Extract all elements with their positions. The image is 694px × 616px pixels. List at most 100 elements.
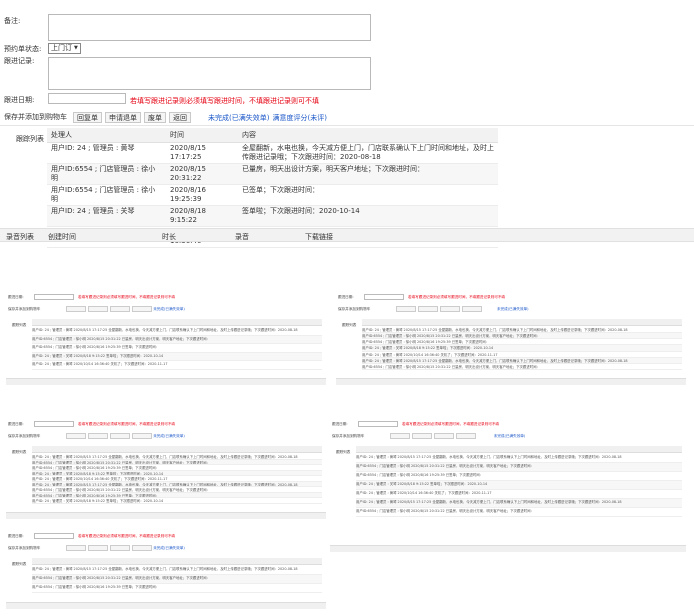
handler-cell: 用户ID: 24 ; 管理员 : 关琴 bbox=[47, 205, 166, 227]
toolbar-button bbox=[462, 306, 482, 312]
table-row: 用户ID: 24 ; 管理员 : 关琴 2020/8/18 9:15:22 签单… bbox=[47, 205, 498, 227]
remark-textarea[interactable] bbox=[48, 14, 371, 41]
divider bbox=[0, 125, 694, 126]
followup-record-textarea[interactable] bbox=[48, 57, 371, 90]
uncompleted-link: 未完成(已满失效单) bbox=[153, 434, 185, 438]
followup-list-label: 跟踪列表 bbox=[336, 450, 351, 454]
table-row: 用户ID: 24 ; 管理员 : 关琴 2020/8/18 9:15:22 签单… bbox=[32, 352, 322, 362]
followup-date-input bbox=[34, 421, 74, 427]
table-row: 用户ID:6554 ; 门店管理员 : 徐小明 2020/8/15 20:31:… bbox=[356, 508, 682, 517]
appointment-status-select[interactable]: 上门订 ▼ bbox=[48, 43, 81, 54]
toolbar-button bbox=[132, 433, 152, 439]
table-row: 用户ID: 24 ; 管理员 : 黄琴 2020/10/14 16:36:40 … bbox=[356, 490, 682, 499]
table-row: 用户ID:6554 ; 门店管理员 : 徐小明 2020/8/16 19:25:… bbox=[32, 584, 322, 593]
content-cell: 已签单；下次跟进时间： bbox=[238, 184, 498, 206]
save-add-to-cart-button: 保存并添加到购物车 bbox=[8, 307, 41, 311]
followup-date-input bbox=[364, 294, 404, 300]
time-cell: 2020/8/18 9:15:22 bbox=[166, 205, 238, 227]
handler-cell: 用户ID:6554 ; 门店管理员 : 徐小明 bbox=[47, 163, 166, 185]
void-order-button[interactable]: 废单 bbox=[144, 112, 166, 123]
toolbar-button bbox=[132, 545, 152, 551]
followup-date-label: 跟进日期: bbox=[332, 422, 348, 426]
thumbnail-preview: 跟进日期: 若填写跟进记录则必须填写跟进时间，不填跟进记录则可不填 保存并添加到购物… bbox=[6, 410, 326, 522]
followup-date-warning: 若填写跟进记录则必须填写跟进时间，不填跟进记录则可不填 bbox=[78, 295, 176, 299]
followup-date-warning: 若填写跟进记录则必须填写跟进时间，不填跟进记录则可不填 bbox=[78, 534, 176, 538]
recordings-header: 录音列表 创建时间 时长 录音 下载链接 bbox=[0, 228, 694, 242]
followup-panel: 备注: 预约单状态: 上门订 ▼ 跟进记录: 跟进日期: 若填写跟进记录则必须填… bbox=[0, 0, 694, 250]
toolbar-button bbox=[88, 545, 108, 551]
return-button[interactable]: 返回 bbox=[169, 112, 191, 123]
cancel-order-button[interactable]: 申请退单 bbox=[105, 112, 141, 123]
toolbar-button bbox=[412, 433, 432, 439]
handler-cell: 用户ID: 24 ; 管理员 : 黄琴 bbox=[47, 142, 166, 164]
recordings-header bbox=[330, 545, 686, 552]
toolbar-button bbox=[456, 433, 476, 439]
recordings-header bbox=[6, 512, 326, 519]
table-header-row bbox=[32, 558, 322, 565]
toolbar-button bbox=[434, 433, 454, 439]
column-header: 创建时间 bbox=[48, 233, 76, 241]
toolbar-button bbox=[396, 306, 416, 312]
handler-cell: 用户ID:6554 ; 门店管理员 : 徐小明 bbox=[47, 184, 166, 206]
column-header: 时间 bbox=[166, 128, 238, 143]
column-header: 时长 bbox=[162, 233, 176, 241]
toolbar-button bbox=[88, 433, 108, 439]
column-header: 录音 bbox=[235, 233, 249, 241]
table-row: 用户ID:6554 ; 门店管理员 : 徐小明 2020/8/15 20:31:… bbox=[47, 163, 498, 185]
table-row: 用户ID: 24 ; 管理员 : 黄琴 2020/8/15 17:17:25 全… bbox=[356, 454, 682, 463]
appointment-status-label: 预约单状态: bbox=[4, 45, 42, 53]
table-row: 用户ID:6554 ; 门店管理员 : 徐小明 2020/8/15 20:31:… bbox=[32, 575, 322, 584]
thumbnail-preview: 跟进日期: 若填写跟进记录则必须填写跟进时间，不填跟进记录则可不填 保存并添加到购物… bbox=[330, 410, 686, 555]
recordings-header bbox=[336, 378, 686, 385]
toolbar-button bbox=[132, 306, 152, 312]
column-header: 内容 bbox=[238, 128, 498, 143]
save-add-to-cart-button: 保存并添加到购物车 bbox=[332, 434, 365, 438]
followup-date-input[interactable] bbox=[48, 93, 126, 104]
toolbar-button bbox=[66, 545, 86, 551]
chevron-down-icon: ▼ bbox=[74, 45, 78, 51]
toolbar-button bbox=[110, 545, 130, 551]
uncompleted-link[interactable]: 未完成(已满失效单) bbox=[208, 113, 269, 123]
toolbar-button bbox=[418, 306, 438, 312]
save-add-to-cart-button[interactable]: 保存并添加到购物车 bbox=[4, 112, 70, 123]
table-header-row bbox=[32, 446, 322, 453]
followup-date-label: 跟进日期: bbox=[8, 422, 24, 426]
recordings-label: 录音列表 bbox=[6, 233, 34, 241]
table-row: 用户ID:6554 ; 门店管理员 : 徐小明 2020/8/16 19:25:… bbox=[47, 184, 498, 206]
toolbar-button bbox=[440, 306, 460, 312]
table-row: 用户ID: 24 ; 管理员 : 关琴 2020/8/18 9:15:22 签单… bbox=[32, 498, 322, 504]
toolbar-button bbox=[110, 306, 130, 312]
toolbar-button bbox=[66, 433, 86, 439]
remark-label: 备注: bbox=[4, 17, 21, 25]
table-row: 用户ID:6554 ; 门店管理员 : 徐小明 2020/8/16 19:25:… bbox=[32, 344, 322, 353]
save-add-to-cart-button: 保存并添加到购物车 bbox=[8, 546, 41, 550]
time-cell: 2020/8/15 17:17:25 bbox=[166, 142, 238, 164]
time-cell: 2020/8/15 20:31:22 bbox=[166, 163, 238, 185]
followup-date-input bbox=[34, 294, 74, 300]
uncompleted-link: 未完成(已满失效单) bbox=[497, 307, 529, 311]
table-row: 用户ID: 24 ; 管理员 : 黄琴 2020/10/14 16:36:40 … bbox=[32, 361, 322, 370]
followup-list-label: 跟踪列表 bbox=[12, 323, 27, 327]
followup-list-label: 跟踪列表 bbox=[12, 450, 27, 454]
time-cell: 2020/8/16 19:25:39 bbox=[166, 184, 238, 206]
recordings-header bbox=[6, 378, 326, 385]
satisfaction-review-link[interactable]: 满意度评分(未评) bbox=[272, 113, 326, 123]
table-row: 用户ID: 24 ; 管理员 : 黄琴 2020/8/15 17:17:25 全… bbox=[32, 327, 322, 336]
uncompleted-link: 未完成(已满失效单) bbox=[493, 434, 526, 438]
save-add-to-cart-button: 保存并添加到购物车 bbox=[8, 434, 41, 438]
reply-order-button[interactable]: 回复单 bbox=[73, 112, 102, 123]
followup-date-label: 跟进日期: bbox=[8, 534, 24, 538]
followup-date-input bbox=[34, 533, 74, 539]
table-header-row bbox=[32, 319, 322, 326]
table-row: 用户ID: 24 ; 管理员 : 关琴 2020/8/18 9:15:22 签单… bbox=[356, 481, 682, 490]
table-row: 用户ID:6554 ; 门店管理员 : 徐小明 2020/8/15 20:31:… bbox=[356, 463, 682, 472]
followup-list-label: 跟踪列表 bbox=[16, 135, 44, 143]
table-header-row bbox=[362, 319, 682, 326]
appointment-status-value: 上门订 bbox=[51, 44, 72, 52]
followup-date-warning: 若填写跟进记录则必须填写跟进时间，不填跟进记录则可不填 bbox=[130, 97, 319, 105]
followup-list-label: 跟踪列表 bbox=[12, 562, 27, 566]
followup-date-label: 跟进日期: bbox=[4, 96, 35, 104]
toolbar-button bbox=[390, 433, 410, 439]
followup-date-warning: 若填写跟进记录则必须填写跟进时间，不填跟进记录则可不填 bbox=[408, 295, 506, 299]
recordings-header bbox=[6, 602, 326, 609]
